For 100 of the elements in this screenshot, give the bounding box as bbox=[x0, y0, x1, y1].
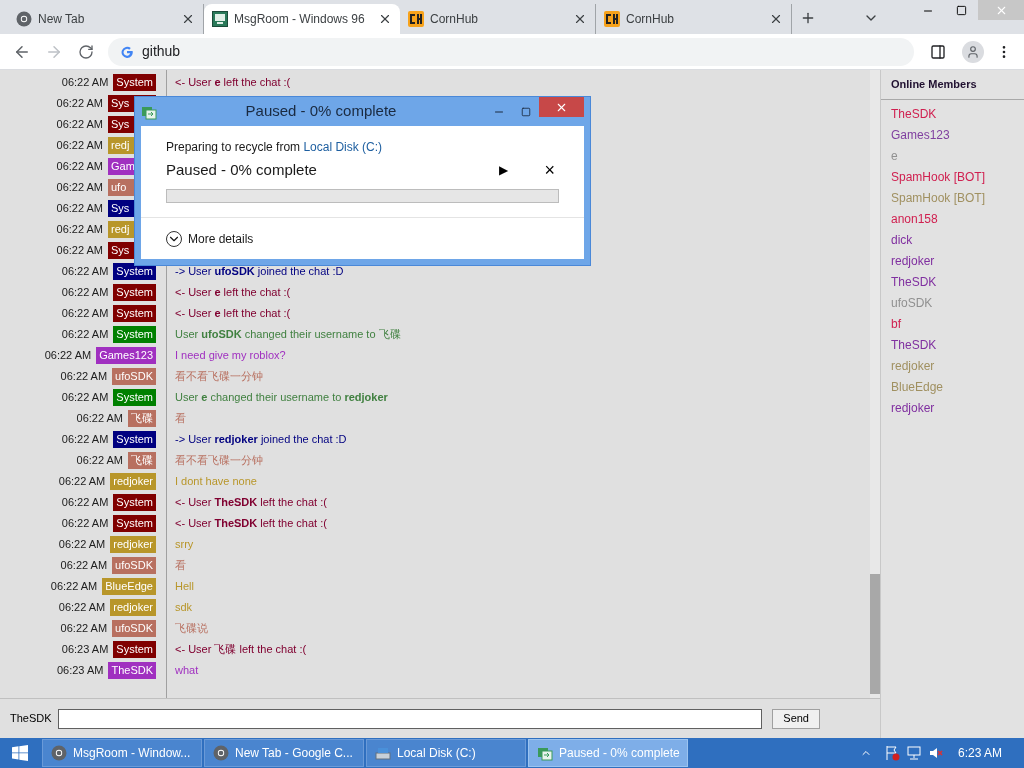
resume-button[interactable]: ▶ bbox=[499, 161, 509, 180]
message-time: 06:22 AM bbox=[61, 432, 109, 448]
message-text: <- User 飞碟 left the chat :( bbox=[175, 642, 307, 658]
speaker-muted-icon[interactable] bbox=[927, 745, 944, 761]
logo-icon bbox=[604, 11, 620, 27]
message-time: 06:22 AM bbox=[60, 369, 108, 385]
message-text: <- User e left the chat :( bbox=[175, 75, 291, 91]
message-text: <- User e left the chat :( bbox=[175, 306, 291, 322]
message-time: 06:22 AM bbox=[56, 180, 103, 196]
message-time: 06:23 AM bbox=[61, 642, 109, 658]
dialog-title: Paused - 0% complete bbox=[244, 101, 398, 122]
message-time: 06:22 AM bbox=[56, 243, 103, 259]
profile-icon[interactable] bbox=[962, 40, 984, 63]
address-bar[interactable]: github bbox=[108, 37, 914, 66]
close-icon[interactable] bbox=[769, 12, 783, 26]
close-icon[interactable] bbox=[378, 12, 392, 26]
member-name[interactable]: redjoker bbox=[891, 401, 935, 416]
member-name[interactable]: anon158 bbox=[891, 212, 938, 227]
message-time: 06:22 AM bbox=[61, 516, 109, 532]
member-name[interactable]: TheSDK bbox=[891, 275, 937, 290]
chrome-icon bbox=[213, 745, 229, 761]
message-time: 06:22 AM bbox=[61, 495, 109, 511]
message-time: 06:22 AM bbox=[58, 600, 106, 616]
message-time: 06:22 AM bbox=[60, 558, 108, 574]
username-badge: ufoSDK bbox=[112, 620, 156, 637]
message-text: -> User ufoSDK joined the chat :D bbox=[175, 264, 344, 280]
message-time: 06:22 AM bbox=[56, 159, 103, 175]
username-badge: ufoSDK bbox=[112, 557, 156, 574]
message-time: 06:22 AM bbox=[44, 348, 92, 364]
message-time: 06:22 AM bbox=[76, 411, 123, 427]
taskbar-button[interactable]: New Tab - Google C... bbox=[204, 739, 364, 767]
message-input[interactable] bbox=[57, 708, 763, 729]
member-name[interactable]: bf bbox=[891, 317, 901, 332]
message-time: 06:23 AM bbox=[56, 663, 104, 679]
username-badge: System bbox=[113, 515, 156, 532]
new-tab-icon[interactable] bbox=[800, 10, 816, 26]
message-time: 06:22 AM bbox=[61, 75, 109, 91]
member-name[interactable]: Games123 bbox=[891, 128, 950, 143]
scrollbar[interactable] bbox=[870, 70, 880, 698]
message-text: I dont have none bbox=[175, 474, 257, 490]
username-badge: System bbox=[113, 641, 156, 658]
google-icon bbox=[120, 44, 134, 59]
message-text: 看 bbox=[175, 411, 186, 427]
chrome-icon bbox=[16, 11, 32, 27]
source-link[interactable]: Local Disk (C:) bbox=[303, 140, 383, 154]
message-time: 06:22 AM bbox=[56, 96, 103, 112]
logo-icon bbox=[408, 11, 424, 27]
message-time: 06:22 AM bbox=[56, 117, 103, 133]
message-time: 06:22 AM bbox=[50, 579, 98, 595]
username-badge: 飞碟 bbox=[128, 410, 156, 427]
username-badge: System bbox=[113, 389, 156, 406]
username-badge: System bbox=[113, 284, 156, 301]
taskbar-button[interactable]: Local Disk (C:) bbox=[366, 739, 526, 767]
taskbar-button[interactable]: MsgRoom - Window... bbox=[42, 739, 202, 767]
message-time: 06:22 AM bbox=[61, 327, 109, 343]
cancel-button[interactable]: × bbox=[544, 161, 555, 180]
copy-icon bbox=[537, 745, 553, 761]
side-panel-icon[interactable] bbox=[930, 43, 946, 60]
tab-title: MsgRoom - Windows 96 bbox=[234, 11, 366, 28]
reload-icon[interactable] bbox=[78, 43, 94, 60]
message-time: 06:22 AM bbox=[58, 537, 106, 553]
message-text: 看 bbox=[175, 558, 186, 574]
username-badge: TheSDK bbox=[108, 662, 156, 679]
member-name[interactable]: TheSDK bbox=[891, 107, 937, 122]
browser-tab[interactable]: MsgRoom - Windows 96 bbox=[204, 4, 400, 34]
username-badge: 飞碟 bbox=[128, 452, 156, 469]
message-text: <- User TheSDK left the chat :( bbox=[175, 516, 327, 532]
close-icon[interactable] bbox=[181, 12, 195, 26]
message-time: 06:22 AM bbox=[61, 306, 109, 322]
username-badge: System bbox=[113, 494, 156, 511]
clock[interactable]: 6:23 AM bbox=[957, 744, 1002, 762]
member-name[interactable]: SpamHook [BOT] bbox=[891, 170, 986, 185]
member-name[interactable]: redjoker bbox=[891, 254, 935, 269]
flag-icon[interactable] bbox=[883, 745, 900, 761]
username-badge: redjoker bbox=[110, 599, 156, 616]
message-time: 06:22 AM bbox=[76, 453, 123, 469]
address-text: github bbox=[142, 42, 181, 61]
message-text: 看不看飞碟一分钟 bbox=[175, 453, 263, 469]
username-badge: Games123 bbox=[96, 347, 156, 364]
source-text: Preparing to recycle from Local Disk (C:) bbox=[166, 139, 384, 156]
username-badge: redjoker bbox=[110, 536, 156, 553]
message-text: I need give my roblox? bbox=[175, 348, 286, 364]
message-time: 06:22 AM bbox=[56, 201, 103, 217]
username-badge: redjoker bbox=[110, 473, 156, 490]
close-icon[interactable] bbox=[573, 12, 587, 26]
message-text: User ufoSDK changed their username to 飞碟 bbox=[175, 327, 401, 343]
member-name[interactable]: TheSDK bbox=[891, 338, 937, 353]
chrome-icon bbox=[51, 745, 67, 761]
start-icon[interactable] bbox=[12, 745, 28, 761]
member-name[interactable]: dick bbox=[891, 233, 913, 248]
message-text: 看不看飞碟一分钟 bbox=[175, 369, 263, 385]
tab-title: CornHub bbox=[626, 11, 676, 28]
network-icon[interactable] bbox=[905, 745, 922, 761]
maximize-icon[interactable] bbox=[956, 5, 967, 16]
message-text: <- User TheSDK left the chat :( bbox=[175, 495, 327, 511]
username-badge: System bbox=[113, 74, 156, 91]
username-badge: System bbox=[113, 326, 156, 343]
app-icon bbox=[212, 11, 228, 27]
send-button[interactable]: Send bbox=[772, 708, 820, 729]
username-badge: System bbox=[113, 431, 156, 448]
